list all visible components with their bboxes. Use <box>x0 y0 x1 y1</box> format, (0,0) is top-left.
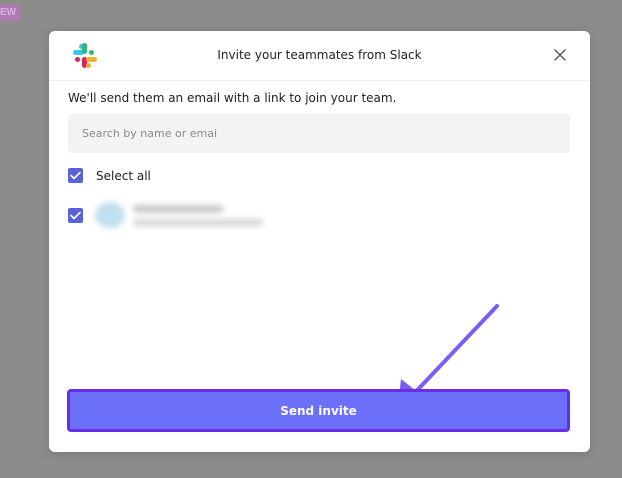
modal-title: Invite your teammates from Slack <box>217 48 422 62</box>
select-all-row[interactable]: Select all <box>68 168 151 183</box>
checkmark-icon <box>70 171 81 180</box>
teammate-checkbox[interactable] <box>68 207 83 223</box>
avatar <box>95 202 125 228</box>
select-all-checkbox[interactable] <box>68 168 83 183</box>
select-all-label: Select all <box>96 168 151 183</box>
send-invite-button[interactable]: Send invite <box>67 389 570 432</box>
close-button[interactable] <box>550 45 570 65</box>
teammate-redacted <box>95 202 263 228</box>
intro-text: We'll send them an email with a link to … <box>68 91 397 105</box>
checkmark-icon <box>70 211 81 219</box>
teammate-row[interactable] <box>68 202 263 228</box>
modal-header: Invite your teammates from Slack <box>49 31 590 81</box>
search-input[interactable] <box>68 114 570 153</box>
close-icon <box>554 49 566 61</box>
invite-modal: Invite your teammates from Slack We'll s… <box>49 31 590 452</box>
background-badge: EW <box>0 5 21 21</box>
